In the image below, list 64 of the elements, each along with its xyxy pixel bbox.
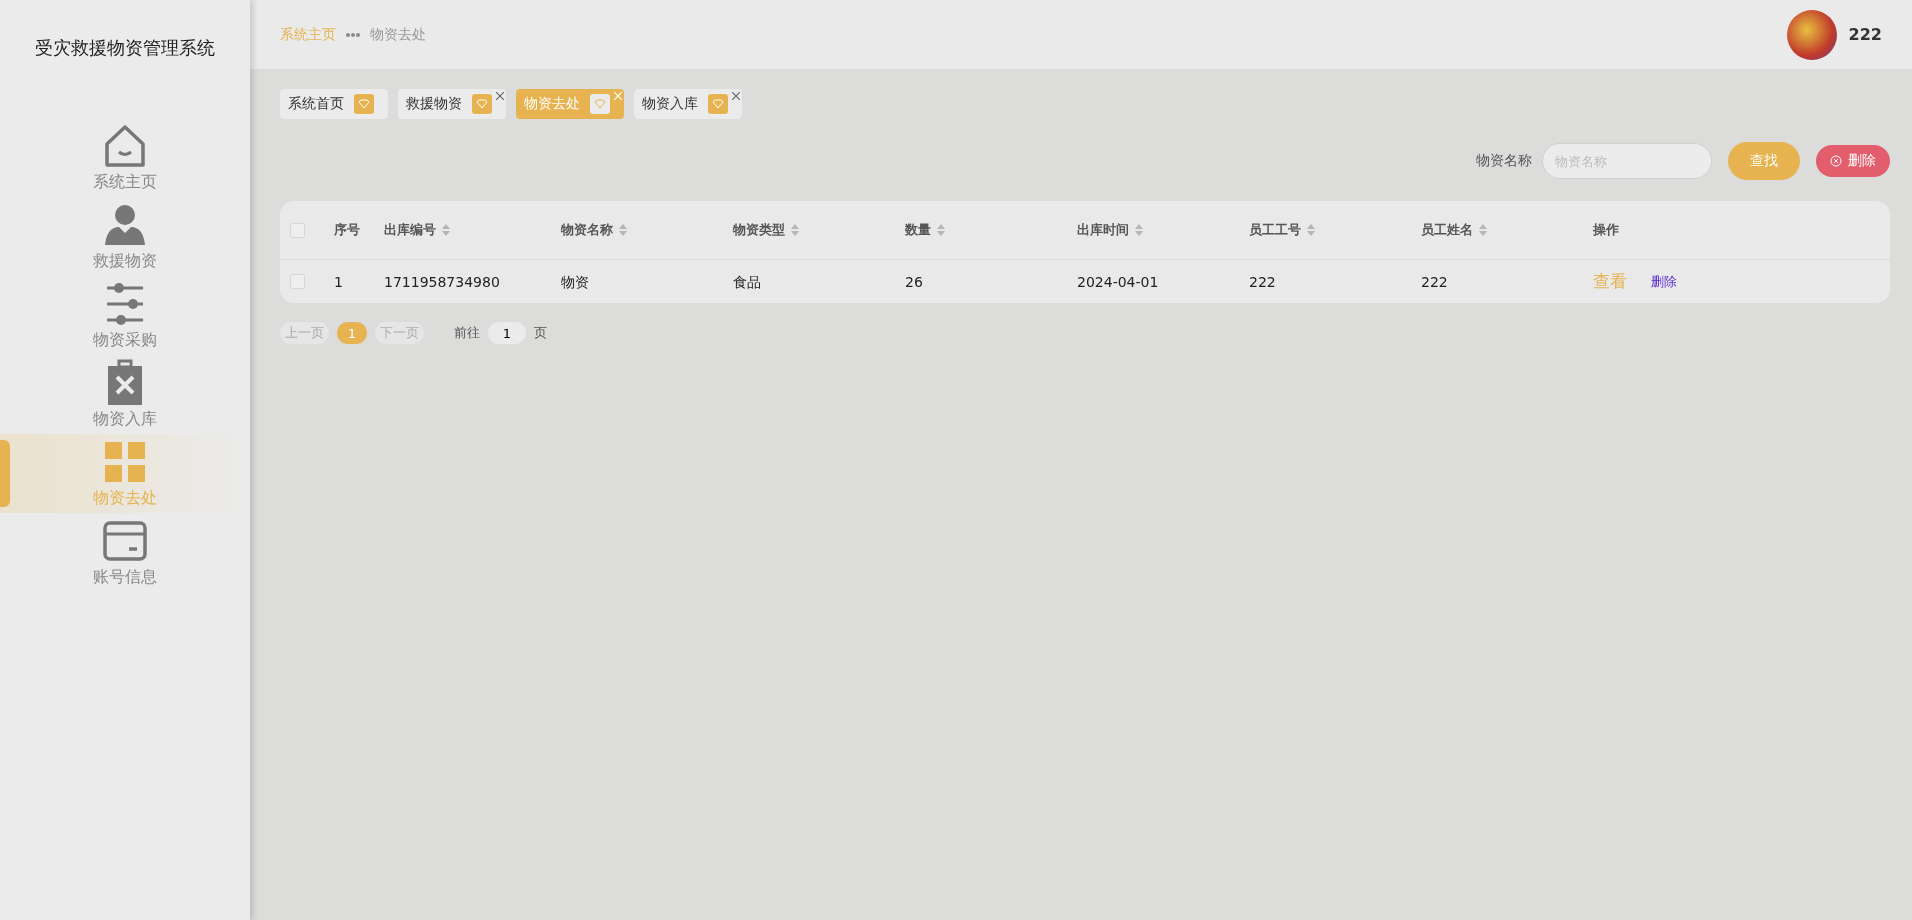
close-icon[interactable] — [732, 92, 740, 100]
page-button[interactable]: 1 — [337, 322, 367, 344]
sidebar-item-label: 物资入库 — [93, 409, 157, 430]
tab-label: 救援物资 — [406, 95, 462, 113]
column-header: 员工工号 — [1249, 221, 1301, 239]
column-header: 序号 — [334, 221, 360, 239]
active-indicator — [0, 440, 10, 507]
column-header: 物资类型 — [733, 221, 785, 239]
sidebar-item[interactable]: 系统主页 — [0, 118, 250, 197]
sort-icon[interactable] — [937, 224, 945, 236]
sidebar-item[interactable]: 物资去处 — [0, 434, 250, 513]
sort-icon[interactable] — [442, 224, 450, 236]
table-cell: 1 — [334, 274, 343, 290]
search-label: 物资名称 — [1476, 152, 1532, 170]
checkbox[interactable] — [290, 222, 305, 238]
close-circle-icon — [1830, 155, 1842, 167]
sidebar-item[interactable]: 物资入库 — [0, 355, 250, 434]
search-button[interactable]: 查找 — [1728, 142, 1800, 180]
goto-label: 前往 — [454, 324, 480, 342]
table-cell: 1711958734980 — [384, 274, 500, 290]
column-header: 员工姓名 — [1421, 221, 1473, 239]
tab[interactable]: 物资入库 — [634, 89, 742, 119]
sort-icon[interactable] — [791, 224, 799, 236]
column-header: 物资名称 — [561, 221, 613, 239]
sidebar-item[interactable]: 物资采购 — [0, 276, 250, 355]
sort-icon[interactable] — [1479, 224, 1487, 236]
sidebar-item-label: 账号信息 — [93, 567, 157, 588]
breadcrumb-current: 物资去处 — [370, 25, 426, 44]
breadcrumb-link[interactable]: 系统主页 — [280, 25, 336, 44]
tab[interactable]: 物资去处 — [516, 89, 624, 119]
close-icon[interactable] — [496, 92, 504, 100]
view-link[interactable]: 查看 — [1593, 270, 1627, 293]
column-header: 出库编号 — [384, 221, 436, 239]
table-cell: 222 — [1421, 274, 1448, 290]
table-cell: 2024-04-01 — [1077, 274, 1159, 290]
delete-link[interactable]: 删除 — [1651, 272, 1677, 291]
sidebar-item-label: 救援物资 — [93, 251, 157, 272]
table-cell: 物资 — [561, 273, 589, 290]
tab-label: 物资入库 — [642, 95, 698, 113]
sidebar-item-label: 物资去处 — [93, 488, 157, 509]
sort-icon[interactable] — [619, 224, 627, 236]
delete-button[interactable]: 删除 — [1816, 145, 1890, 177]
tab-label: 物资去处 — [524, 95, 580, 113]
sidebar-item[interactable]: 救援物资 — [0, 197, 250, 276]
page-input[interactable]: 1 — [488, 322, 526, 344]
table-cell: 222 — [1249, 274, 1276, 290]
tab-label: 系统首页 — [288, 95, 344, 113]
table-cell: 26 — [905, 274, 923, 290]
ellipsis-icon — [346, 32, 360, 37]
user-name: 222 — [1848, 25, 1882, 44]
app-title: 受灾救援物资管理系统 — [34, 36, 216, 60]
column-header: 数量 — [905, 221, 931, 239]
table-cell: 食品 — [733, 273, 761, 290]
sort-icon[interactable] — [1135, 224, 1143, 236]
sidebar-item[interactable]: 账号信息 — [0, 513, 250, 592]
checkbox[interactable] — [290, 274, 305, 289]
sidebar-item-label: 物资采购 — [93, 330, 157, 351]
tab[interactable]: 系统首页 — [280, 89, 388, 119]
column-header: 出库时间 — [1077, 221, 1129, 239]
sidebar-item-label: 系统主页 — [93, 172, 157, 193]
sort-icon[interactable] — [1307, 224, 1315, 236]
page-suffix: 页 — [534, 324, 547, 342]
tab[interactable]: 救援物资 — [398, 89, 506, 119]
column-header: 操作 — [1593, 221, 1619, 239]
